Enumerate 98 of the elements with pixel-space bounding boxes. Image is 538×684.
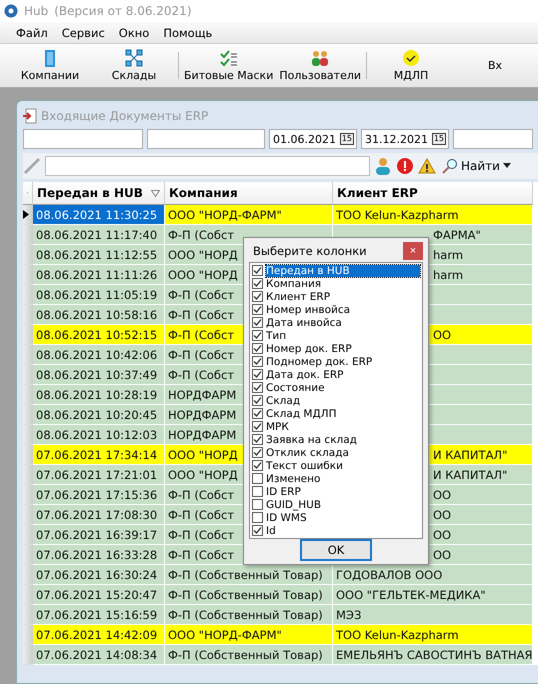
checkbox[interactable] (252, 447, 263, 458)
find-button[interactable]: Найти (440, 158, 513, 174)
checkbox[interactable] (252, 460, 263, 471)
table-cell: ТОО Kelun-Kazpharm (333, 625, 533, 645)
column-option[interactable]: Передан в HUB (266, 264, 420, 276)
checkbox[interactable] (252, 473, 263, 484)
toolbar-button[interactable]: Компании (8, 44, 92, 87)
child-window-title: Входящие Документы ERP (41, 109, 208, 123)
pen-icon (23, 157, 41, 175)
checkbox[interactable] (252, 278, 263, 289)
checkbox[interactable] (252, 291, 263, 302)
table-cell: 07.06.2021 17:34:14 (33, 445, 165, 465)
table-cell: ООО "НОРД-ФАРМ" (165, 625, 333, 645)
table-cell: ООО "ГЕЛЬТЕК-МЕДИКА" (333, 585, 533, 605)
column-header[interactable]: Компания (165, 182, 333, 205)
table-cell: ЕМЕЛЬЯНЪ САВОСТИНЪ ВАТНАЯ (333, 645, 533, 665)
network-icon (125, 49, 143, 67)
toolbar-button[interactable]: Вх (453, 44, 538, 87)
checkbox[interactable] (252, 395, 263, 406)
window-title: Hub (24, 4, 48, 18)
close-button[interactable]: × (403, 242, 423, 260)
table-cell: 07.06.2021 16:30:24 (33, 565, 165, 585)
gear-icon (4, 4, 18, 18)
table-cell: 07.06.2021 15:16:59 (33, 605, 165, 625)
warning-icon[interactable] (418, 157, 436, 175)
filter-field[interactable] (453, 129, 533, 149)
filter-field[interactable] (23, 129, 143, 149)
document-icon (23, 108, 37, 124)
table-cell: 08.06.2021 10:58:16 (33, 305, 165, 325)
current-row-icon (23, 210, 29, 219)
table-cell: 08.06.2021 11:12:55 (33, 245, 165, 265)
menu-item[interactable]: Файл (16, 26, 48, 40)
date-from-field[interactable]: 01.06.2021 15 (269, 129, 357, 149)
checkbox[interactable] (252, 356, 263, 367)
table-cell: 08.06.2021 10:12:03 (33, 425, 165, 445)
table-cell: ТОО Kelun-Kazpharm (333, 205, 533, 225)
toolbar-button[interactable]: МДЛП (369, 44, 454, 87)
table-cell: Ф-П (Собственный Товар) (165, 645, 333, 665)
user-icon[interactable] (374, 157, 392, 175)
table-cell: Ф-П (Собственный Товар) (165, 605, 333, 625)
filter-field[interactable] (147, 129, 265, 149)
toolbar-button[interactable]: Пользователи (276, 44, 364, 87)
error-icon[interactable] (396, 157, 414, 175)
checkbox[interactable] (252, 421, 263, 432)
date-to-field[interactable]: 31.12.2021 15 (361, 129, 449, 149)
table-cell: 08.06.2021 10:20:45 (33, 405, 165, 425)
checkbox[interactable] (252, 499, 263, 510)
table-cell: 08.06.2021 10:37:49 (33, 365, 165, 385)
calendar-button[interactable]: 15 (340, 133, 354, 145)
table-cell: Ф-П (Собственный Товар) (165, 585, 333, 605)
checkbox[interactable] (252, 265, 263, 276)
table-cell: 08.06.2021 11:11:26 (33, 265, 165, 285)
table-cell: 08.06.2021 11:17:40 (33, 225, 165, 245)
table-cell: Ф-П (Собственный Товар) (165, 565, 333, 585)
table-cell: 08.06.2021 11:30:25 (33, 205, 165, 225)
checkbox[interactable] (252, 317, 263, 328)
column-header[interactable]: Передан в HUB (33, 182, 165, 205)
table-cell: 07.06.2021 17:15:36 (33, 485, 165, 505)
sort-icon (151, 190, 160, 196)
table-cell: 08.06.2021 10:28:19 (33, 385, 165, 405)
column-header[interactable]: Клиент ERP (333, 182, 533, 205)
calendar-button[interactable]: 15 (432, 133, 446, 145)
menu-item[interactable]: Окно (118, 26, 150, 40)
checkbox[interactable] (252, 512, 263, 523)
smile-icon (402, 49, 420, 67)
checkbox[interactable] (252, 486, 263, 497)
table-cell: ГОДОВАЛОВ ООО (333, 565, 533, 585)
table-cell: 07.06.2021 17:21:01 (33, 465, 165, 485)
table-cell: 07.06.2021 15:20:47 (33, 585, 165, 605)
table-cell: ООО "НОРД-ФАРМ" (165, 205, 333, 225)
checkbox[interactable] (252, 343, 263, 354)
version-label: (Версия от 8.06.2021) (54, 4, 192, 18)
users-icon (310, 49, 330, 67)
menu-item[interactable]: Сервис (62, 26, 105, 40)
search-icon (442, 158, 458, 174)
table-cell: 08.06.2021 11:05:19 (33, 285, 165, 305)
checkbox[interactable] (252, 408, 263, 419)
checkbox[interactable] (252, 434, 263, 445)
checkbox[interactable] (252, 304, 263, 315)
checkbox[interactable] (252, 382, 263, 393)
table-cell: 08.06.2021 10:52:15 (33, 325, 165, 345)
row-indicator[interactable] (23, 205, 33, 225)
table-cell: 08.06.2021 10:42:06 (33, 345, 165, 365)
table-cell: МЭЗ (333, 605, 533, 625)
table-cell: 07.06.2021 14:42:09 (33, 625, 165, 645)
table-cell: 07.06.2021 17:08:30 (33, 505, 165, 525)
checkbox[interactable] (252, 369, 263, 380)
search-field[interactable] (45, 156, 370, 176)
checklist-icon (220, 49, 238, 67)
menu-item[interactable]: Помощь (163, 26, 212, 40)
table-cell: 07.06.2021 16:33:28 (33, 545, 165, 565)
ok-button[interactable]: OK (300, 539, 372, 561)
toolbar-button[interactable]: Склады (92, 44, 176, 87)
checkbox[interactable] (252, 330, 263, 341)
toolbar-button[interactable]: Битовые Маски (181, 44, 276, 87)
checkbox[interactable] (252, 525, 263, 536)
table-cell: 07.06.2021 14:08:34 (33, 645, 165, 665)
table-cell: 07.06.2021 16:39:17 (33, 525, 165, 545)
